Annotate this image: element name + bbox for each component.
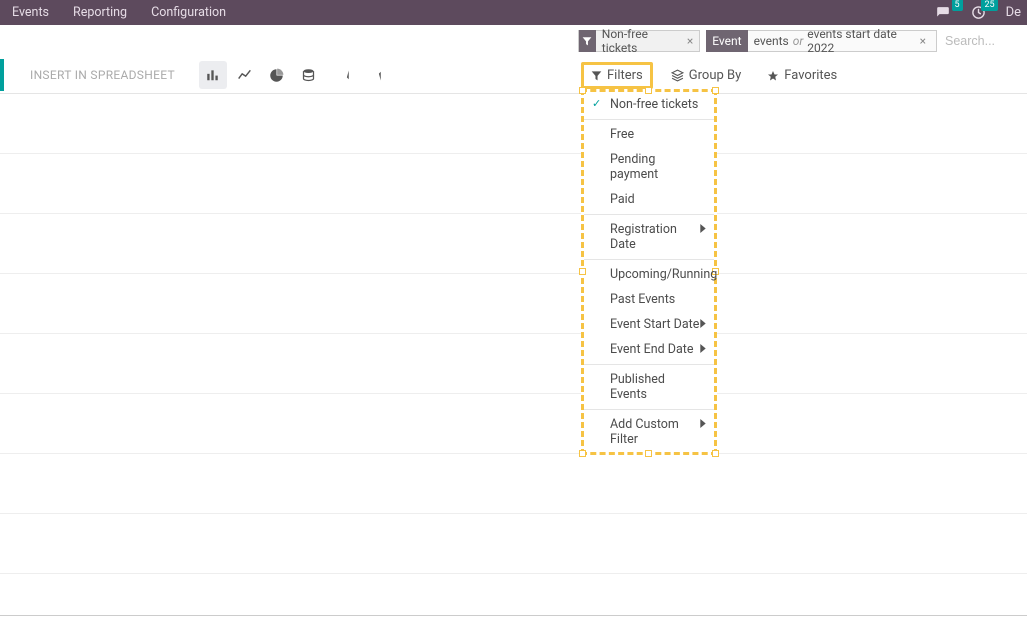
user-menu[interactable]: De — [996, 0, 1023, 25]
dropdown-separator — [584, 364, 714, 365]
nav-reporting[interactable]: Reporting — [61, 0, 139, 25]
facet-close[interactable]: × — [918, 34, 932, 48]
filter-option[interactable]: Paid — [584, 187, 714, 212]
filter-option-label: Paid — [610, 192, 635, 207]
filter-option[interactable]: Upcoming/Running — [584, 262, 714, 287]
facet-values: events or events start date 2022 × — [748, 30, 937, 52]
filter-option-label: Upcoming/Running — [610, 267, 717, 282]
facet-label: Event — [706, 30, 747, 52]
filter-option-label: Published Events — [610, 372, 665, 402]
filter-option-label: Registration Date — [610, 222, 677, 252]
filter-option[interactable]: Published Events — [584, 367, 714, 407]
pie-chart-icon[interactable] — [263, 61, 291, 89]
dropdown-separator — [584, 259, 714, 260]
caret-right-icon — [700, 419, 706, 428]
dropdown-separator — [584, 214, 714, 215]
caret-right-icon — [700, 224, 706, 233]
facet-value-1: events — [754, 34, 789, 48]
filter-option-label: Pending payment — [610, 152, 658, 182]
filter-option[interactable]: Pending payment — [584, 147, 714, 187]
filter-option-label: Past Events — [610, 292, 675, 307]
axis-line — [0, 615, 1027, 616]
chip-label: Non-free tickets — [596, 27, 685, 55]
control-panel: INSERT IN SPREADSHEET Filters Group By — [0, 57, 1027, 94]
filter-option[interactable]: Registration Date — [584, 217, 714, 257]
groupby-label: Group By — [689, 68, 742, 83]
sort-desc-icon[interactable] — [339, 61, 367, 89]
favorites-label: Favorites — [784, 68, 837, 83]
user-initial: De — [1006, 5, 1021, 20]
filters-dropdown: Non-free tickets Free Pending payment Paid R… — [581, 89, 717, 455]
insert-spreadsheet-button[interactable]: INSERT IN SPREADSHEET — [22, 68, 183, 82]
dropdown-separator — [584, 409, 714, 410]
messages-icon[interactable]: 5 — [925, 0, 961, 25]
bar-chart-icon[interactable] — [199, 61, 227, 89]
filters-label: Filters — [607, 68, 643, 83]
filter-option[interactable]: Event End Date — [584, 337, 714, 362]
filter-option[interactable]: Non-free tickets — [584, 92, 714, 117]
filter-option[interactable]: Free — [584, 122, 714, 147]
filter-option-label: Event Start Date — [610, 317, 699, 332]
filter-chip-nonfree[interactable]: Non-free tickets × — [578, 30, 700, 52]
nav-configuration[interactable]: Configuration — [139, 0, 238, 25]
stacked-icon[interactable] — [295, 61, 323, 89]
accent-bar — [0, 59, 4, 91]
facet-value-2: events start date 2022 — [807, 27, 913, 55]
chart-background — [0, 94, 1027, 614]
funnel-icon — [579, 30, 596, 52]
filter-option-label: Add Custom Filter — [610, 417, 679, 447]
filter-option[interactable]: Past Events — [584, 287, 714, 312]
nav-events[interactable]: Events — [0, 0, 61, 25]
line-chart-icon[interactable] — [231, 61, 259, 89]
facet-chip-event[interactable]: Event events or events start date 2022 × — [706, 30, 937, 52]
filter-option-label: Free — [610, 127, 634, 142]
favorites-button[interactable]: Favorites — [759, 63, 845, 88]
facet-or: or — [793, 34, 804, 48]
search-input[interactable] — [937, 34, 1027, 48]
filter-option-label: Event End Date — [610, 342, 694, 357]
filter-option[interactable]: Event Start Date — [584, 312, 714, 337]
caret-right-icon — [700, 344, 706, 353]
filters-button[interactable]: Filters — [581, 62, 653, 89]
filter-option[interactable]: Add Custom Filter — [584, 412, 714, 452]
topnav-right: 5 25 De — [925, 0, 1027, 25]
activities-icon[interactable]: 25 — [961, 0, 996, 25]
sort-asc-icon[interactable] — [371, 61, 399, 89]
caret-right-icon — [700, 319, 706, 328]
chart-type-switcher — [199, 61, 399, 89]
dropdown-separator — [584, 119, 714, 120]
top-navbar: Events Reporting Configuration 5 25 De — [0, 0, 1027, 25]
topnav-left: Events Reporting Configuration — [0, 0, 238, 25]
search-row: Non-free tickets × Event events or event… — [0, 25, 1027, 57]
filter-option-label: Non-free tickets — [610, 97, 698, 112]
chip-close[interactable]: × — [685, 34, 699, 48]
groupby-button[interactable]: Group By — [663, 63, 750, 88]
